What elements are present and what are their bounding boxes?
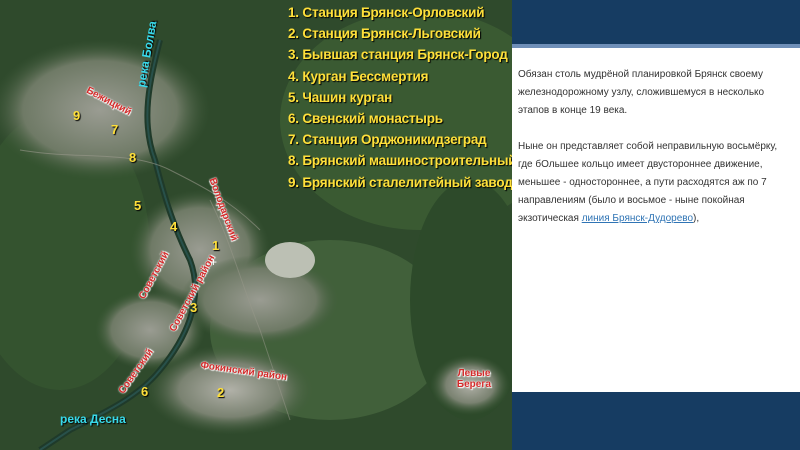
legend-item: 5. Чашин курган	[288, 89, 393, 105]
bottom-banner	[512, 392, 800, 450]
paragraph-2-text: Ныне он представляет собой неправильную …	[518, 141, 778, 224]
district-label-left-bank: Левые Берега	[456, 368, 492, 390]
legend-item: 3. Бывшая станция Брянск-Город	[288, 47, 508, 63]
crosshair-icon: +	[210, 255, 218, 269]
map-marker-1: 1	[212, 238, 220, 253]
map-marker-9: 9	[73, 108, 81, 123]
map-marker-7: 7	[111, 122, 119, 137]
map-marker-6: 6	[141, 384, 149, 399]
paragraph-1: Обязан столь мудрёной планировкой Брянск…	[518, 69, 765, 116]
dudorevo-line-link[interactable]: линия Брянск-Дудорево	[582, 213, 693, 224]
legend-item: 8. Брянский машиностроительный завод	[288, 153, 512, 169]
legend-item: 4. Курган Бессмертия	[288, 68, 429, 84]
paragraph-2-tail: ),	[693, 213, 700, 224]
paragraph-2: Ныне он представляет собой неправильную …	[518, 138, 794, 228]
top-banner	[512, 0, 800, 44]
text-panel: Обязан столь мудрёной планировкой Брянск…	[512, 0, 800, 450]
panel-body: Обязан столь мудрёной планировкой Брянск…	[518, 66, 794, 228]
legend-item: 2. Станция Брянск-Льговский	[288, 26, 481, 42]
map-marker-4: 4	[170, 219, 178, 234]
legend-item: 9. Брянский сталелитейный завод	[288, 174, 512, 190]
legend-item: 1. Станция Брянск-Орловский	[288, 5, 485, 20]
map-marker-8: 8	[129, 150, 137, 165]
map-marker-2: 2	[217, 385, 225, 400]
map-legend: 1. Станция Брянск-Орловский 2. Станция Б…	[288, 2, 512, 193]
map-marker-5: 5	[134, 198, 142, 213]
legend-item: 6. Свенский монастырь	[288, 111, 443, 127]
accent-stripe	[512, 44, 800, 48]
legend-item: 7. Станция Орджоникидзеград	[288, 132, 487, 148]
satellite-map: 1. Станция Брянск-Орловский 2. Станция Б…	[0, 0, 512, 450]
river-label-desna: река Десна	[60, 412, 126, 426]
